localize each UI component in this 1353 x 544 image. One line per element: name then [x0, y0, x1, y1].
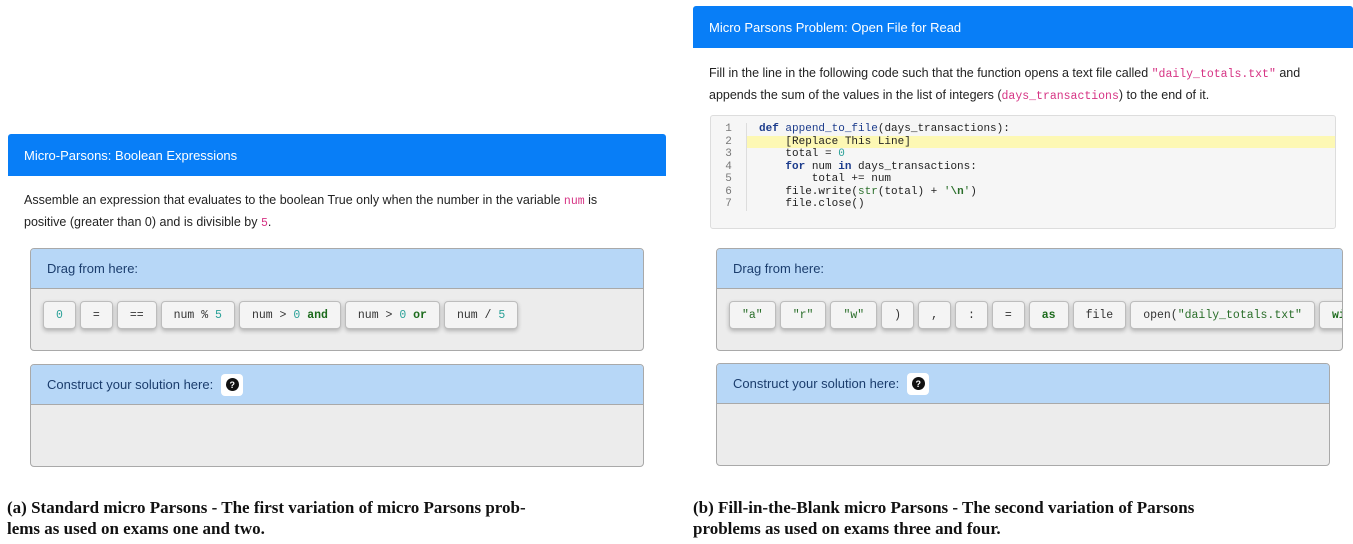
code-line-7: 7 file.close()	[711, 198, 1335, 211]
left-instr-text-2: is	[584, 193, 598, 207]
code-line-2: 2 [Replace This Line]	[711, 135, 1335, 148]
tile-num-div-5[interactable]: num / 5	[443, 301, 519, 329]
help-icon[interactable]: ?	[907, 372, 930, 395]
right-drag-header: Drag from here:	[717, 249, 1342, 289]
left-instructions: Assemble an expression that evaluates to…	[24, 190, 644, 234]
right-problem-panel: Micro Parsons Problem: Open File for Rea…	[693, 6, 1353, 474]
tile-comma[interactable]: ,	[918, 301, 951, 329]
caption-b-line-2: problems as used on exams three and four…	[693, 519, 1001, 538]
tile-colon[interactable]: :	[954, 301, 988, 329]
left-construct-header: Construct your solution here: ?	[31, 365, 643, 405]
left-construct-area[interactable]: Construct your solution here: ?	[30, 364, 644, 467]
left-drag-area: Drag from here: 0 = == num % 5 num > 0 a…	[30, 248, 644, 351]
right-instr-var: days_transactions	[1001, 90, 1119, 103]
right-instr-file: "daily_totals.txt"	[1151, 68, 1276, 81]
tile-str-r[interactable]: "r"	[779, 301, 827, 329]
right-tile-bank: "a" "r" "w" ) , : = as file open("daily_…	[717, 289, 1342, 341]
code-line-1: 1 def append_to_file(days_transactions):	[711, 123, 1335, 136]
right-construct-header: Construct your solution here: ?	[717, 364, 1329, 404]
tile-str-w[interactable]: "w"	[830, 301, 878, 329]
left-tile-bank: 0 = == num % 5 num > 0 and num > 0 or nu…	[31, 289, 643, 341]
right-drag-area: Drag from here: "a" "r" "w" ) , : = as f…	[716, 248, 1343, 351]
right-instr-text-2: and	[1275, 66, 1301, 80]
code-block: 1 def append_to_file(days_transactions): …	[710, 115, 1336, 229]
tile-assign[interactable]: =	[79, 301, 113, 329]
tile-num-gt-0-or[interactable]: num > 0 or	[344, 301, 440, 329]
tile-open[interactable]: open("daily_totals.txt"	[1130, 301, 1315, 329]
tile-assign[interactable]: =	[991, 301, 1025, 329]
left-panel-title: Micro-Parsons: Boolean Expressions	[24, 147, 238, 163]
right-instructions: Fill in the line in the following code s…	[709, 63, 1349, 107]
right-instr-text-3: appends the sum of the values in the lis…	[709, 88, 1002, 102]
code-line-4: 4 for num in days_transactions:	[711, 160, 1335, 173]
left-instr-var: num	[563, 195, 585, 208]
tile-equals[interactable]: ==	[116, 301, 157, 329]
tile-with[interactable]: with	[1318, 301, 1342, 329]
tile-zero[interactable]: 0	[43, 301, 76, 329]
caption-b-line-1: (b) Fill-in-the-Blank micro Parsons - Th…	[693, 498, 1195, 517]
left-instr-text-3: positive (greater than 0) and is divisib…	[24, 215, 261, 229]
tile-file[interactable]: file	[1072, 301, 1127, 329]
code-line-6: 6 file.write(str(total) + '\n')	[711, 185, 1335, 198]
left-instr-text-4: .	[267, 215, 272, 229]
right-construct-label: Construct your solution here:	[733, 376, 900, 391]
code-line-3: 3 total = 0	[711, 148, 1335, 161]
caption-a-line-1: (a) Standard micro Parsons - The first v…	[7, 498, 526, 517]
left-construct-label: Construct your solution here:	[47, 377, 214, 392]
caption-a-line-2: lems as used on exams one and two.	[7, 519, 265, 538]
caption-b: (b) Fill-in-the-Blank micro Parsons - Th…	[693, 497, 1353, 539]
caption-a: (a) Standard micro Parsons - The first v…	[7, 497, 675, 539]
left-drag-header: Drag from here:	[31, 249, 643, 289]
left-instr-num: 5	[260, 217, 268, 230]
right-instr-text-4: ) to the end of it.	[1118, 88, 1210, 102]
tile-close-paren[interactable]: )	[881, 301, 915, 329]
right-panel-title: Micro Parsons Problem: Open File for Rea…	[709, 19, 962, 35]
right-construct-area[interactable]: Construct your solution here: ?	[716, 363, 1330, 466]
left-instr-text-1: Assemble an expression that evaluates to…	[24, 193, 564, 207]
tile-str-a[interactable]: "a"	[729, 301, 776, 329]
tile-num-gt-0-and[interactable]: num > 0 and	[238, 301, 341, 329]
left-panel-header: Micro-Parsons: Boolean Expressions	[8, 134, 666, 176]
tile-num-mod-5[interactable]: num % 5	[160, 301, 235, 329]
left-problem-panel: Micro-Parsons: Boolean Expressions Assem…	[8, 134, 666, 474]
help-icon[interactable]: ?	[221, 373, 244, 396]
right-panel-header: Micro Parsons Problem: Open File for Rea…	[693, 6, 1353, 48]
tile-as[interactable]: as	[1028, 301, 1069, 329]
code-line-5: 5 total += num	[711, 173, 1335, 186]
right-instr-text-1: Fill in the line in the following code s…	[709, 66, 1152, 80]
